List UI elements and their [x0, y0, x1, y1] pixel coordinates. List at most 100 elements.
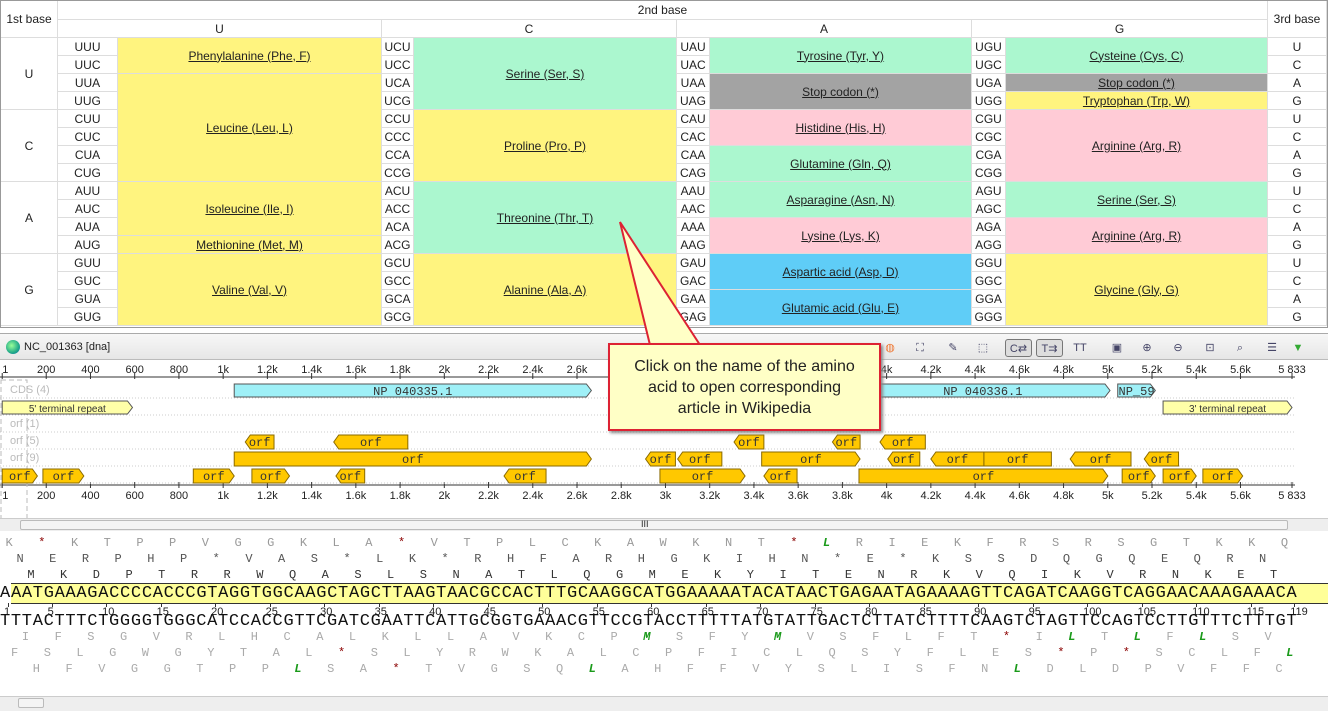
codon-AAU: AAU	[677, 182, 710, 200]
codon-CAA: CAA	[677, 146, 710, 164]
select-region-button[interactable]: ⬚	[973, 339, 993, 357]
amino-acid-link[interactable]: Methionine (Met, M)	[196, 238, 303, 252]
orf-label: orf	[203, 470, 225, 484]
amino-acid-link[interactable]: Aspartic acid (Asp, D)	[782, 265, 898, 279]
translation-frame-1-residue: A	[626, 536, 635, 550]
scrollbar-thumb[interactable]	[18, 698, 44, 708]
translation-frame-3-residue: I	[779, 568, 787, 582]
amino-acid-link[interactable]: Stop codon (*)	[802, 85, 879, 99]
amino-acid-link[interactable]: Leucine (Leu, L)	[206, 121, 293, 135]
amino-acid-cell: Leucine (Leu, L)	[118, 74, 382, 182]
amino-acid-link[interactable]: Valine (Val, V)	[212, 283, 287, 297]
translation-frame-4-residue: R	[185, 630, 193, 644]
chart-button[interactable]: ⛶	[910, 339, 930, 357]
translation-frame-5-residue: C	[632, 646, 640, 660]
amino-acid-link[interactable]: Alanine (Ala, A)	[504, 283, 587, 297]
codon-UGA: UGA	[972, 74, 1006, 92]
translation-frame-6-residue: F	[65, 662, 73, 676]
translation-frame-2-residue: A	[572, 552, 580, 566]
codon-CGA: CGA	[972, 146, 1006, 164]
second-base-C: C	[382, 20, 677, 38]
amino-acid-link[interactable]: Threonine (Thr, T)	[497, 211, 593, 225]
track-label: orf (5)	[10, 435, 39, 447]
translation-frame-2-residue: S	[997, 552, 1005, 566]
amino-acid-link[interactable]: Proline (Pro, P)	[504, 139, 586, 153]
sequence-horizontal-scrollbar[interactable]	[0, 696, 1328, 711]
zoom-fit-button[interactable]: ⊡	[1200, 339, 1220, 357]
amino-acid-link[interactable]: Tryptophan (Trp, W)	[1083, 94, 1190, 108]
translation-frame-1-residue: K	[692, 536, 700, 550]
ruler-tick-label: 2k	[438, 364, 450, 376]
codon-AAG: AAG	[677, 236, 710, 254]
translation-frame-1-residue: K	[594, 536, 602, 550]
amino-acid-link[interactable]: Arginine (Arg, R)	[1092, 229, 1181, 243]
translation-frame-1-residue: *	[38, 536, 46, 550]
amino-acid-cell: Methionine (Met, M)	[118, 236, 382, 254]
amino-acid-link[interactable]: Cysteine (Cys, C)	[1089, 49, 1183, 63]
codon-UUU: UUU	[58, 38, 118, 56]
translation-frame-6-residue: S	[523, 662, 531, 676]
map-horizontal-scrollbar[interactable]: III	[0, 518, 1328, 531]
codon-GGA: GGA	[972, 290, 1006, 308]
amino-acid-link[interactable]: Serine (Ser, S)	[506, 67, 585, 81]
amino-acid-link[interactable]: Histidine (His, H)	[795, 121, 885, 135]
track-label: orf (1)	[10, 418, 39, 430]
translation-frame-4-residue: V	[512, 630, 520, 644]
amino-acid-cell: Histidine (His, H)	[710, 110, 972, 146]
camera-button[interactable]: ▣	[1107, 339, 1127, 357]
codon-GCA: GCA	[382, 290, 414, 308]
color-wheel-button[interactable]: ◍	[880, 339, 900, 357]
zoom-selection-button[interactable]: ⌕	[1230, 339, 1250, 357]
translation-frame-1-residue: G	[1150, 536, 1158, 550]
amino-acid-link[interactable]: Lysine (Lys, K)	[801, 229, 879, 243]
amino-acid-link[interactable]: Stop codon (*)	[1098, 76, 1175, 90]
ruler-tick-label: 4.8k	[1053, 490, 1074, 502]
scrollbar-thumb[interactable]: III	[20, 519, 1288, 530]
amino-acid-link[interactable]: Phenylalanine (Phe, F)	[188, 49, 310, 63]
translation-frame-1-residue: I	[888, 536, 896, 550]
third-base-label: A	[1268, 218, 1327, 236]
amino-acid-link[interactable]: Glycine (Gly, G)	[1094, 283, 1178, 297]
translation-frame-5-residue: L	[795, 646, 803, 660]
ruler-tick-label: 1.6k	[345, 490, 366, 502]
translation-frame-5-residue: F	[926, 646, 934, 660]
annotate-button[interactable]: ✎	[943, 339, 963, 357]
translation-frame-1-residue: K	[1248, 536, 1256, 550]
position-tick	[106, 603, 108, 607]
orf-label: orf	[1090, 453, 1112, 467]
amino-acid-link[interactable]: Isoleucine (Ile, I)	[205, 202, 293, 216]
zoom-out-button[interactable]: ⊖	[1168, 339, 1188, 357]
position-tick	[1196, 603, 1198, 607]
settings-button[interactable]: ☰	[1262, 339, 1282, 357]
amino-acid-cell: Arginine (Arg, R)	[1006, 110, 1268, 182]
translation-frame-2-residue: A	[278, 552, 286, 566]
codon-CUG: CUG	[58, 164, 118, 182]
translation-frame-4-residue: T	[970, 630, 978, 644]
ruler-tick-label: 5.4k	[1186, 490, 1207, 502]
translation-frame-3-residue: W	[256, 568, 264, 582]
orf-label: orf	[738, 436, 760, 450]
translation-frame-4-residue: G	[120, 630, 128, 644]
amino-acid-link[interactable]: Tyrosine (Tyr, Y)	[797, 49, 884, 63]
zoom-in-button[interactable]: ⊕	[1137, 339, 1157, 357]
translation-frame-1-residue: *	[790, 536, 798, 550]
amino-acid-link[interactable]: Serine (Ser, S)	[1097, 193, 1176, 207]
translation-frame-5-residue: S	[1155, 646, 1163, 660]
orf-label: orf	[770, 470, 792, 484]
translation-frame-4-residue: S	[675, 630, 684, 644]
orf-label: orf	[1007, 453, 1029, 467]
amino-acid-link[interactable]: Arginine (Arg, R)	[1092, 139, 1181, 153]
translation-frame-2-residue: Q	[1062, 552, 1071, 566]
ruler-tick-label: 1k	[217, 364, 229, 376]
translation-frame-2-residue: E	[1160, 552, 1169, 566]
translation-frame-6-residue: F	[948, 662, 956, 676]
collapse-button[interactable]: ▼	[1288, 339, 1308, 357]
complement-toggle-button[interactable]: C⇄	[1005, 339, 1032, 357]
translation-toggle-button[interactable]: T⇉	[1036, 339, 1063, 357]
amino-acid-link[interactable]: Glutamic acid (Glu, E)	[782, 301, 899, 315]
font-size-button[interactable]: TT	[1070, 339, 1090, 357]
translation-frame-4-residue: L	[1133, 630, 1141, 644]
amino-acid-link[interactable]: Asparagine (Asn, N)	[786, 193, 894, 207]
amino-acid-link[interactable]: Glutamine (Gln, Q)	[790, 157, 891, 171]
sequence-detail-view[interactable]: K * K T P P V G G K L A * V T P L C K A W K N T * L R I E K F R S R S G T K K Q…	[0, 536, 1328, 696]
